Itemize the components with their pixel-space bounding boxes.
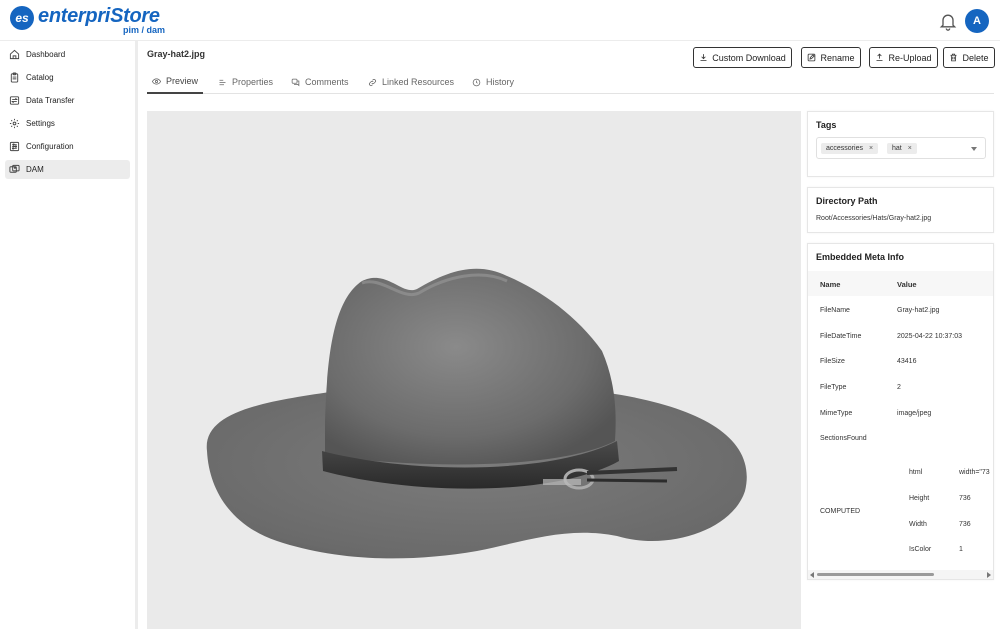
tag-chip-label: hat [892,145,902,152]
brand-logo[interactable]: es enterpriStore pim / dam [10,5,170,36]
meta-row-name: FileType [820,384,847,391]
tag-chip-label: accessories [826,145,863,152]
sidebar-item-settings[interactable]: Settings [5,114,130,133]
computed-value: 736 [959,521,971,528]
tab-label: History [486,77,515,87]
tab-label: Properties [232,77,274,87]
sidebar-item-configuration[interactable]: Configuration [5,137,130,156]
computed-value: 1 [959,546,963,553]
brand-mark: es [10,6,34,30]
delete-button[interactable]: Delete [943,47,995,68]
computed-key: Width [909,521,927,528]
images-icon [9,164,20,173]
home-icon [9,49,20,60]
eye-icon [152,77,161,85]
page-title: Gray-hat2.jpg [147,49,206,59]
sidebar-item-label: Data Transfer [26,96,75,105]
meta-computed-label: COMPUTED [820,508,861,515]
clock-icon [472,78,481,86]
scroll-left-icon[interactable] [810,572,814,578]
sliders-icon [9,141,20,152]
sidebar-item-dam[interactable]: DAM [5,160,130,179]
link-icon [369,78,376,86]
scroll-thumb[interactable] [817,573,934,576]
trash-icon [950,53,957,62]
custom-download-label: Custom Download [712,52,786,63]
remove-tag-icon[interactable]: × [908,145,912,152]
transfer-icon [9,96,20,105]
sidebar-item-label: Configuration [26,142,74,151]
brand-tagline: pim / dam [123,25,166,35]
tag-chip: hat × [887,143,917,154]
tags-panel: Tags accessories × hat × [807,111,994,177]
sidebar-item-data-transfer[interactable]: Data Transfer [5,91,130,110]
tags-panel-title: Tags [816,120,837,130]
rename-button[interactable]: Rename [801,47,861,68]
tab-label: Preview [166,76,199,86]
computed-value: width="73 [959,469,990,476]
custom-download-button[interactable]: Custom Download [693,47,792,68]
tab-label: Comments [305,77,349,87]
computed-key: html [909,469,923,476]
rename-label: Rename [820,52,855,63]
computed-key: Height [909,495,930,502]
meta-row-name: MimeType [820,410,853,417]
comments-icon [291,78,300,86]
meta-row-name: FileSize [820,358,845,365]
hat-image [206,268,747,559]
reupload-label: Re-Upload [888,52,932,63]
reupload-button[interactable]: Re-Upload [869,47,938,68]
meta-row-name: SectionsFound [820,435,867,442]
sidebar-item-label: DAM [26,165,44,174]
meta-col-value: Value [897,280,917,289]
tab-preview[interactable]: Preview [147,70,203,94]
bell-icon[interactable] [938,11,958,31]
directory-path: Root/Accessories/Hats/Gray-hat2.jpg [816,215,932,222]
clipboard-icon [10,72,19,83]
sidebar: Dashboard Catalog Data Transfer Settings… [0,41,138,629]
meta-panel-title: Embedded Meta Info [816,252,905,262]
directory-panel: Directory Path Root/Accessories/Hats/Gra… [807,187,994,233]
tag-chip: accessories × [821,143,879,154]
meta-row-value: Gray-hat2.jpg [897,307,940,314]
sidebar-item-label: Catalog [26,73,54,82]
directory-panel-title: Directory Path [816,196,878,206]
top-bar: es enterpriStore pim / dam A [0,0,1000,41]
sidebar-item-label: Settings [26,119,55,128]
tab-bar: Preview Properties Comments Linked Resou… [147,70,994,94]
chevron-down-icon[interactable] [971,147,977,151]
delete-label: Delete [962,52,989,63]
tab-label: Linked Resources [382,77,455,87]
meta-row-value: 2 [897,384,901,391]
meta-panel: Embedded Meta Info Name Value FileName G… [807,243,994,580]
meta-row-value: image/jpeg [897,410,932,417]
meta-col-name: Name [820,280,841,289]
tab-comments[interactable]: Comments [291,70,349,94]
tab-properties[interactable]: Properties [218,70,273,94]
meta-row-name: FileDateTime [820,333,862,340]
tab-linked-resources[interactable]: Linked Resources [368,70,454,94]
tab-history[interactable]: History [472,70,514,94]
computed-value: 736 [959,495,971,502]
meta-row-value: 2025-04-22 10:37:03 [897,333,962,340]
sidebar-item-dashboard[interactable]: Dashboard [5,45,130,64]
tags-select[interactable]: accessories × hat × [816,137,986,159]
sidebar-item-label: Dashboard [26,50,66,59]
meta-horizontal-scrollbar[interactable] [808,570,993,579]
meta-row-value: 43416 [897,358,917,365]
user-avatar[interactable]: A [965,9,989,33]
asset-preview [147,111,801,629]
gear-icon [9,118,20,129]
sidebar-item-catalog[interactable]: Catalog [5,68,130,87]
list-icon [219,79,226,85]
remove-tag-icon[interactable]: × [869,145,873,152]
scroll-right-icon[interactable] [987,572,991,578]
upload-icon [876,53,883,61]
download-icon [700,54,707,61]
edit-icon [808,53,816,62]
computed-key: IsColor [909,546,932,553]
meta-row-name: FileName [820,307,850,314]
